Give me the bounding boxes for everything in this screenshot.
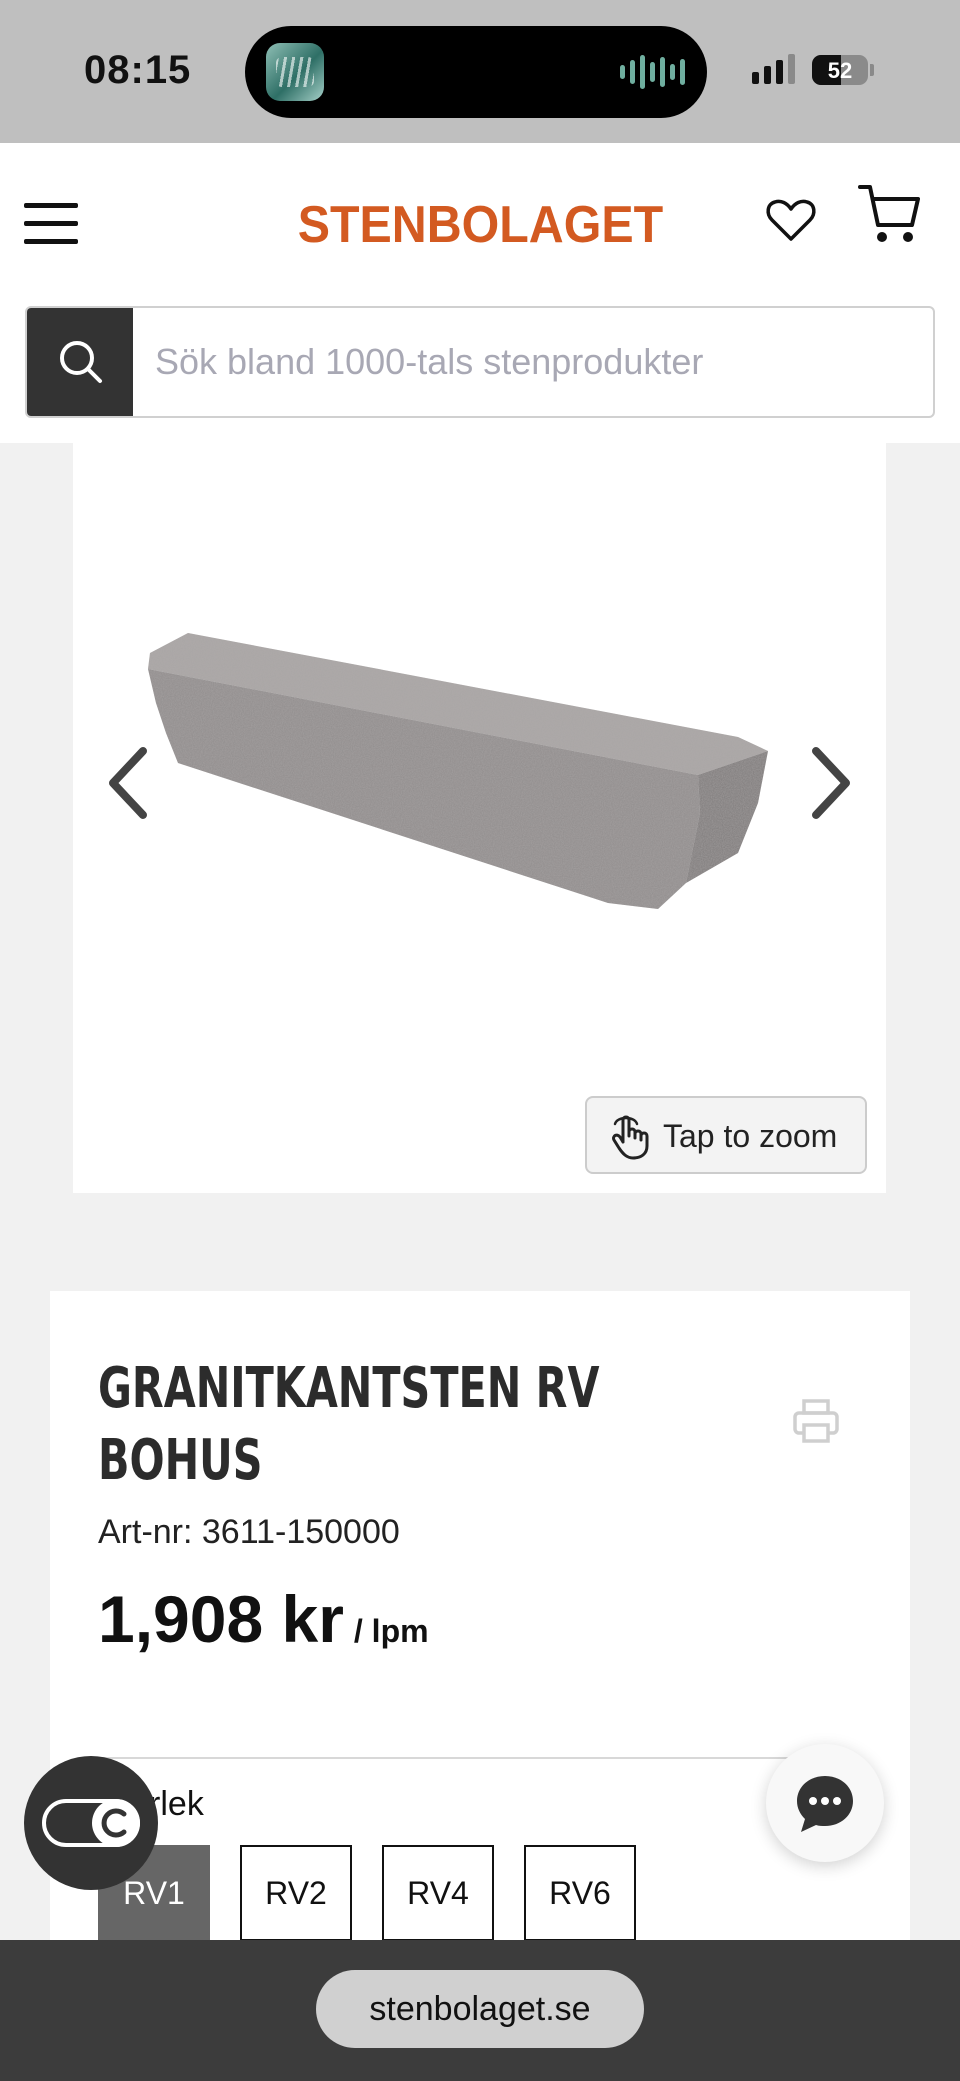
battery-percent: 52 bbox=[827, 58, 853, 83]
site-header: STENBOLAGET bbox=[0, 143, 960, 443]
cart-icon[interactable] bbox=[858, 181, 922, 247]
search-button[interactable] bbox=[27, 308, 133, 416]
price-unit: / lpm bbox=[353, 1613, 429, 1649]
status-time: 08:15 bbox=[84, 48, 192, 92]
search-bar bbox=[25, 306, 935, 418]
cellular-signal-icon bbox=[752, 54, 795, 84]
heart-icon[interactable] bbox=[764, 193, 818, 247]
url-bar[interactable]: stenbolaget.se bbox=[316, 1970, 644, 2048]
divider bbox=[98, 1757, 838, 1759]
size-option-rv4[interactable]: RV4 bbox=[382, 1845, 494, 1941]
product-price: 1,908 kr / lpm bbox=[98, 1581, 429, 1657]
browser-bottom-bar: stenbolaget.se bbox=[0, 1940, 960, 2081]
product-image[interactable] bbox=[138, 633, 828, 973]
price-amount: 1,908 kr bbox=[98, 1582, 344, 1656]
article-number: Art-nr: 3611-150000 bbox=[98, 1513, 400, 1551]
size-options: RV1 RV2 RV4 RV6 bbox=[98, 1845, 636, 1941]
tap-to-zoom-button[interactable]: Tap to zoom bbox=[585, 1096, 867, 1174]
chat-button[interactable] bbox=[766, 1744, 884, 1862]
product-title-line2: BOHUS bbox=[98, 1428, 263, 1493]
dynamic-island[interactable] bbox=[245, 26, 707, 118]
product-title-line1: GRANITKANTSTEN RV bbox=[98, 1356, 600, 1421]
site-logo-text[interactable]: STENBOLAGET bbox=[297, 195, 662, 255]
battery-tip bbox=[870, 64, 874, 76]
chat-bubble-icon bbox=[797, 1776, 853, 1832]
audio-waveform-icon bbox=[620, 54, 685, 90]
size-option-rv6[interactable]: RV6 bbox=[524, 1845, 636, 1941]
cookie-toggle-icon bbox=[42, 1799, 140, 1847]
printer-icon[interactable] bbox=[792, 1397, 840, 1445]
hand-pointer-icon bbox=[612, 1115, 649, 1160]
product-image-gallery[interactable]: Tap to zoom bbox=[73, 443, 886, 1193]
chevron-left-icon[interactable] bbox=[103, 743, 153, 823]
battery-icon: 52 bbox=[812, 55, 868, 85]
status-bar: 08:15 52 bbox=[0, 0, 960, 143]
chevron-right-icon[interactable] bbox=[806, 743, 856, 823]
now-playing-app-icon[interactable] bbox=[266, 43, 324, 101]
search-input[interactable] bbox=[133, 308, 933, 416]
product-info-card: GRANITKANTSTEN RV BOHUS Art-nr: 3611-150… bbox=[50, 1291, 910, 1941]
product-title: GRANITKANTSTEN RV BOHUS bbox=[98, 1353, 738, 1497]
tap-to-zoom-label: Tap to zoom bbox=[663, 1118, 838, 1154]
cookie-settings-button[interactable] bbox=[24, 1756, 158, 1890]
size-option-rv2[interactable]: RV2 bbox=[240, 1845, 352, 1941]
search-icon bbox=[60, 341, 102, 383]
